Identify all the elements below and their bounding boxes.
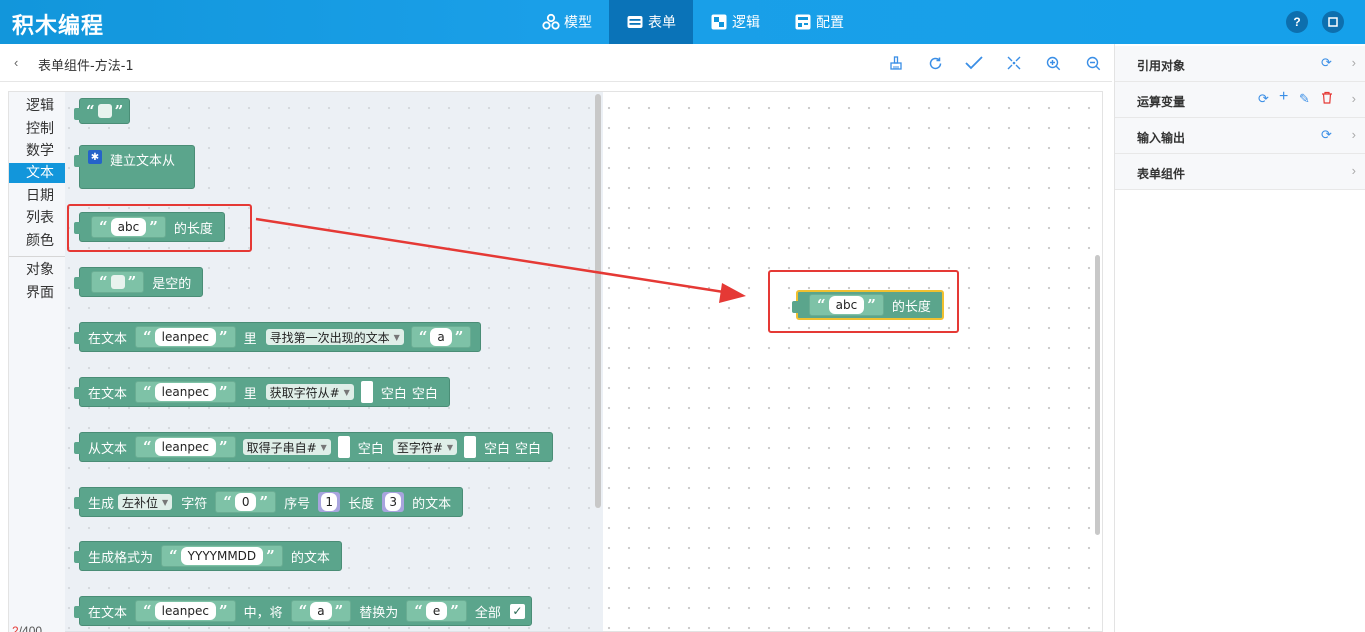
arrow-line [255, 217, 731, 295]
arrow-head [719, 283, 746, 303]
drag-arrow-annotation [255, 217, 746, 303]
block-counter: 2/400 [12, 624, 43, 632]
